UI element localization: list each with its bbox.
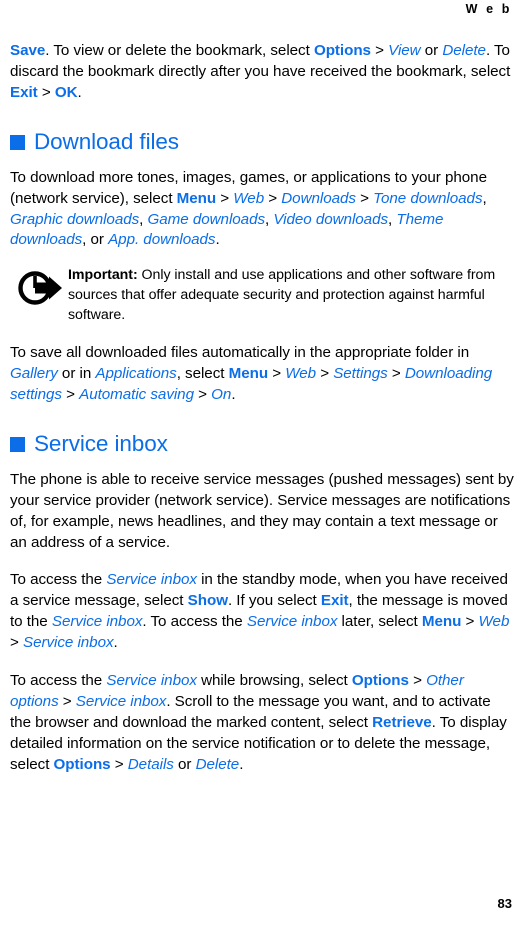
paragraph-standby-access: To access the Service inbox in the stand… bbox=[10, 570, 514, 654]
text-run: Delete bbox=[195, 755, 240, 773]
paragraph-bookmark-save: Save. To view or delete the bookmark, se… bbox=[10, 41, 514, 104]
text-run: Menu bbox=[176, 189, 217, 207]
text-run: Service inbox bbox=[23, 634, 114, 652]
text-run: Important: bbox=[68, 267, 138, 284]
text-run: Tone downloads bbox=[373, 189, 483, 207]
text-run: Video downloads bbox=[273, 210, 389, 228]
text-run: > bbox=[61, 385, 80, 403]
text-run: > bbox=[370, 42, 389, 59]
text-run: Options bbox=[351, 672, 409, 690]
text-run: > bbox=[58, 693, 76, 710]
paragraph-service-intro: The phone is able to receive service mes… bbox=[10, 470, 514, 551]
text-run: . bbox=[113, 634, 118, 652]
text-run: Show bbox=[187, 592, 228, 610]
text-run: Web bbox=[478, 613, 510, 631]
paragraph-browsing-access: To access the Service inbox while browsi… bbox=[10, 671, 514, 776]
text-run: . If you select bbox=[227, 592, 321, 610]
text-run: Automatic saving bbox=[79, 385, 194, 403]
text-run: Game downloads bbox=[147, 210, 266, 228]
square-bullet-icon bbox=[10, 437, 25, 453]
page-content: Save. To view or delete the bookmark, se… bbox=[10, 41, 514, 776]
text-run: Web bbox=[285, 365, 317, 383]
text-run: Save bbox=[10, 42, 46, 59]
manual-page: W e b Save. To view or delete the bookma… bbox=[0, 0, 520, 925]
text-run: . To view or delete the bookmark, select bbox=[45, 42, 314, 59]
text-run: > bbox=[216, 189, 234, 207]
text-run: . bbox=[215, 231, 220, 249]
text-run: To access the bbox=[10, 571, 107, 589]
paragraph-download-intro: To download more tones, images, games, o… bbox=[10, 168, 514, 252]
text-run: Menu bbox=[421, 613, 462, 631]
heading-text: Download files bbox=[34, 128, 179, 154]
text-run: . bbox=[239, 755, 244, 773]
text-run: > bbox=[268, 365, 286, 383]
square-bullet-icon bbox=[10, 135, 25, 151]
text-run: or bbox=[420, 42, 443, 59]
important-note: Important: Only install and use applicat… bbox=[10, 266, 514, 325]
text-run: , select bbox=[176, 365, 229, 383]
heading-text: Service inbox bbox=[34, 430, 168, 456]
text-run: Retrieve bbox=[372, 713, 432, 731]
text-run: > bbox=[37, 83, 55, 101]
text-run: . To access the bbox=[142, 613, 247, 631]
text-run: Service inbox bbox=[246, 613, 338, 631]
text-run: > bbox=[461, 613, 479, 631]
text-run: while browsing, select bbox=[196, 672, 352, 690]
text-run: Service inbox bbox=[106, 672, 197, 690]
text-run: Downloads bbox=[281, 189, 356, 207]
text-run: Applications bbox=[95, 365, 177, 383]
text-run: , bbox=[139, 210, 148, 228]
text-run: Options bbox=[313, 42, 371, 59]
running-head: W e b bbox=[465, 2, 512, 16]
page-number: 83 bbox=[497, 896, 512, 911]
text-run: . bbox=[77, 83, 82, 101]
text-run: Service inbox bbox=[106, 571, 197, 589]
text-run: > bbox=[193, 385, 212, 403]
text-run: > bbox=[408, 672, 427, 690]
text-run: > bbox=[10, 634, 23, 652]
text-run: On bbox=[211, 385, 232, 403]
text-run: > bbox=[355, 189, 374, 207]
text-run: View bbox=[388, 42, 421, 59]
text-run: Graphic downloads bbox=[10, 210, 140, 228]
text-run: > bbox=[387, 365, 405, 383]
text-run: , bbox=[482, 189, 487, 207]
text-run: OK bbox=[54, 83, 78, 101]
text-run: To access the bbox=[10, 672, 107, 690]
circle-arrow-icon bbox=[16, 268, 64, 308]
text-run: Service inbox bbox=[51, 613, 143, 631]
text-run: Settings bbox=[333, 365, 388, 383]
text-run: Exit bbox=[10, 83, 38, 101]
text-run: Web bbox=[233, 189, 265, 207]
text-run: > bbox=[264, 189, 282, 207]
text-run: , or bbox=[82, 231, 109, 249]
text-run: or bbox=[173, 755, 196, 773]
text-run: Menu bbox=[228, 365, 269, 383]
text-run: To save all downloaded files automatical… bbox=[10, 344, 470, 362]
text-run: . bbox=[231, 385, 236, 403]
text-run: > bbox=[110, 755, 128, 773]
text-run: Service inbox bbox=[75, 693, 167, 710]
text-run: Gallery bbox=[10, 365, 58, 383]
text-run: or in bbox=[57, 365, 96, 383]
text-run: App. downloads bbox=[108, 231, 216, 249]
heading-download-files: Download files bbox=[10, 129, 514, 155]
important-note-text: Important: Only install and use applicat… bbox=[68, 266, 514, 325]
text-run: later, select bbox=[337, 613, 422, 631]
text-run: > bbox=[316, 365, 334, 383]
heading-service-inbox: Service inbox bbox=[10, 431, 514, 457]
paragraph-auto-save: To save all downloaded files automatical… bbox=[10, 343, 514, 406]
text-run: Delete bbox=[442, 42, 486, 59]
text-run: Options bbox=[53, 755, 111, 773]
text-run: Exit bbox=[320, 592, 349, 610]
text-run: Details bbox=[127, 755, 174, 773]
